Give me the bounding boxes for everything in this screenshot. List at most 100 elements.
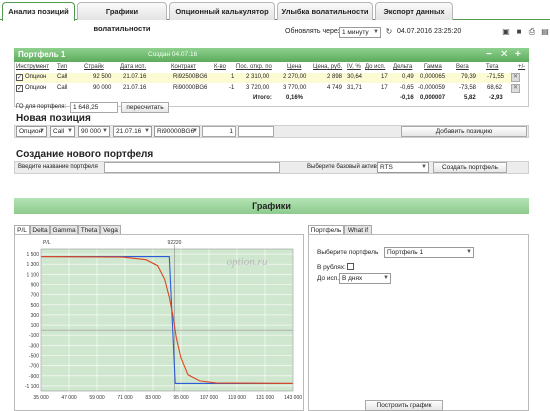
x-tick-label: 143 000 — [284, 395, 302, 401]
chart-settings-panel: Выберите портфель Портфель 1 ▼ В рублях: … — [308, 234, 529, 411]
chevron-down-icon: ▼ — [144, 128, 150, 134]
col-theta[interactable]: Тета — [486, 64, 498, 73]
row-checkbox[interactable]: ✓ — [16, 85, 23, 92]
col-price-rub[interactable]: Цена, руб. — [313, 64, 342, 73]
col-vega[interactable]: Вега — [456, 64, 469, 73]
col-type[interactable]: Тип — [57, 64, 67, 73]
price-input[interactable] — [238, 126, 274, 137]
add-position-button[interactable]: Добавить позицию — [401, 126, 527, 137]
col-strike[interactable]: Страйк — [84, 64, 104, 73]
x-tick-label: 131 000 — [256, 395, 274, 401]
instrument-select[interactable]: Опцион ▼ — [16, 126, 47, 137]
timestamp: 04.07.2016 23:25:20 — [397, 28, 462, 35]
table-cell: 0,000065 — [420, 74, 446, 80]
refresh-icon[interactable]: ↻ — [384, 27, 394, 37]
until-select[interactable]: В днях ▼ — [339, 273, 391, 284]
x-tick-label: 47 000 — [61, 395, 77, 401]
refresh-interval-value: 1 минуту — [342, 29, 369, 36]
table-cell: 21.07.16 — [123, 74, 147, 80]
tab-option-calculator[interactable]: Опционный калькулятор — [169, 2, 275, 20]
x-tick-label: 95 000 — [173, 395, 189, 401]
margin-label: ГО для портфеля: — [16, 104, 67, 110]
table-cell: 17 — [381, 74, 388, 80]
save-icon[interactable]: ■ — [514, 27, 524, 37]
total-label: Итого: — [253, 95, 272, 101]
table-cell: -0,000059 — [418, 85, 446, 91]
col-price[interactable]: Цена — [287, 64, 301, 73]
x-tick-label: 83 000 — [145, 395, 161, 401]
export-icon[interactable]: ▤ — [540, 27, 550, 37]
col-contract[interactable]: Контракт — [171, 64, 196, 73]
total-vega: 5,82 — [464, 95, 476, 101]
qty-input[interactable]: 1 — [202, 126, 236, 137]
table-cell: 30,64 — [347, 74, 363, 80]
tab-volatility-smile[interactable]: Улыбка волатильности — [277, 2, 373, 20]
minimize-icon[interactable]: − — [486, 48, 492, 62]
table-cell: -1 — [229, 85, 235, 91]
portfolio-title: Портфель 1 — [18, 50, 66, 59]
asset-select[interactable]: RTS ▼ — [377, 162, 429, 173]
table-cell: 79,39 — [461, 74, 477, 80]
table-cell: 68,62 — [487, 85, 503, 91]
date-select[interactable]: 21.07.16 ▼ — [113, 126, 152, 137]
create-portfolio-button[interactable]: Создать портфель — [433, 162, 507, 173]
contract-select[interactable]: Ri90000BG6 ▼ — [154, 126, 200, 137]
y-tick-label: 900 — [31, 283, 40, 289]
select-portfolio-label: Выберите портфель — [317, 249, 379, 256]
tab-bar: Анализ позиций Графики волатильности Опц… — [0, 0, 550, 33]
rub-checkbox[interactable] — [347, 263, 354, 270]
refresh-interval-select[interactable]: 1 минуту ▼ — [339, 27, 381, 38]
row-checkbox[interactable]: ✓ — [16, 74, 23, 81]
tab-position-analysis[interactable]: Анализ позиций — [2, 2, 75, 21]
table-cell: 92 500 — [93, 74, 112, 80]
col-days[interactable]: До исп. — [365, 64, 385, 73]
y-tick-label: -500 — [29, 354, 39, 360]
table-cell: 0,49 — [402, 74, 414, 80]
print-icon[interactable]: ⎙ — [527, 27, 537, 37]
recalc-button[interactable]: пересчитать — [121, 102, 169, 113]
portfolio-name-input[interactable] — [104, 162, 280, 173]
delete-row-icon[interactable]: ✕ — [511, 73, 520, 82]
add-icon[interactable]: + — [515, 48, 521, 62]
build-chart-button[interactable]: Построить график — [365, 400, 443, 411]
chart-portfolio-select[interactable]: Портфель 1 ▼ — [384, 247, 474, 258]
create-portfolio-title: Создание нового портфеля — [16, 149, 154, 160]
type-select[interactable]: Call ▼ — [50, 126, 75, 137]
rub-label: В рублях: — [317, 264, 346, 271]
pl-chart-svg: 1 500 1 300 1 100 900 700 500 300 100 -100 -300 -5… — [25, 240, 302, 401]
total-delta: -0,16 — [400, 95, 414, 101]
refresh-label: Обновлять через — [285, 28, 341, 35]
chevron-down-icon: ▼ — [373, 29, 379, 35]
col-open-price[interactable]: Пос. откр. по — [236, 64, 272, 73]
close-icon[interactable]: ✕ — [500, 48, 508, 62]
col-gamma[interactable]: Гамма — [424, 64, 442, 73]
delete-row-icon[interactable]: ✕ — [511, 84, 520, 93]
y-tick-label: 1 500 — [26, 252, 39, 258]
charts-header: Графики — [14, 198, 529, 214]
col-delta[interactable]: Дельта — [393, 64, 412, 73]
col-qty[interactable]: К-во — [214, 64, 226, 73]
col-instrument[interactable]: Инструмент — [16, 64, 49, 73]
col-date[interactable]: Дата исп. — [120, 64, 146, 73]
chevron-down-icon: ▼ — [192, 128, 198, 134]
tab-data-export[interactable]: Экспорт данных — [375, 2, 453, 20]
date-value: 21.07.16 — [116, 128, 142, 135]
current-price-label: 92220 — [168, 240, 182, 246]
y-tick-label: 100 — [31, 323, 40, 329]
chevron-down-icon: ▼ — [102, 128, 108, 134]
table-cell: Ri92500BG6 — [173, 74, 208, 80]
table-cell: 2 310,00 — [246, 74, 270, 80]
col-iv[interactable]: IV, % — [347, 64, 361, 73]
tab-volatility-charts[interactable]: Графики волатильности — [77, 2, 167, 33]
chart-portfolio-value: Портфель 1 — [387, 249, 424, 256]
folder-icon[interactable]: ▣ — [501, 27, 511, 37]
table-cell: -73,58 — [459, 85, 477, 91]
margin-value: 1 648,25 — [70, 102, 118, 113]
plot-area — [41, 249, 293, 391]
y-tick-label: -1 100 — [25, 384, 39, 390]
strike-select[interactable]: 90 000 ▼ — [78, 126, 110, 137]
y-axis-label: P/L — [43, 240, 51, 246]
col-plusminus[interactable]: +/- — [518, 64, 525, 73]
asset-value: RTS — [380, 164, 393, 171]
table-cell: 1 — [231, 74, 235, 80]
